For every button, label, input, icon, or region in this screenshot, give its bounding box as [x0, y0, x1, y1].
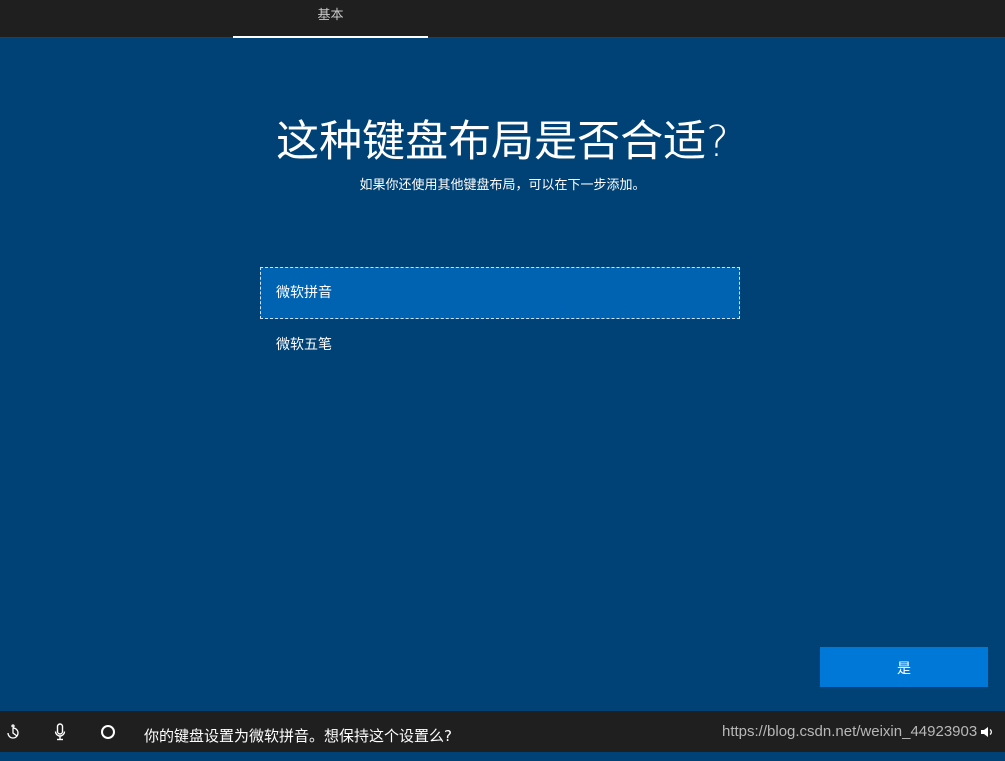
top-bar: 基本: [0, 0, 1005, 38]
cortana-message: 你的键盘设置为微软拼音。想保持这个设置么?: [144, 727, 452, 745]
accessibility-icon[interactable]: [2, 711, 24, 752]
volume-icon[interactable]: [978, 711, 996, 752]
microphone-icon[interactable]: [50, 711, 70, 752]
page-subtitle: 如果你还使用其他键盘布局，可以在下一步添加。: [359, 178, 646, 193]
option-microsoft-pinyin[interactable]: 微软拼音: [260, 267, 740, 319]
watermark-url: https://blog.csdn.net/weixin_44923903: [722, 723, 978, 740]
page-title: 这种键盘布局是否合适?: [276, 117, 729, 167]
yes-button[interactable]: 是: [820, 647, 988, 687]
option-microsoft-wubi[interactable]: 微软五笔: [260, 319, 740, 371]
bottom-bar: 你的键盘设置为微软拼音。想保持这个设置么? https://blog.csdn.…: [0, 711, 1005, 752]
tab-basic[interactable]: 基本: [233, 0, 428, 38]
cortana-icon[interactable]: [98, 711, 118, 752]
keyboard-layout-list: 微软拼音 微软五笔: [260, 267, 740, 371]
